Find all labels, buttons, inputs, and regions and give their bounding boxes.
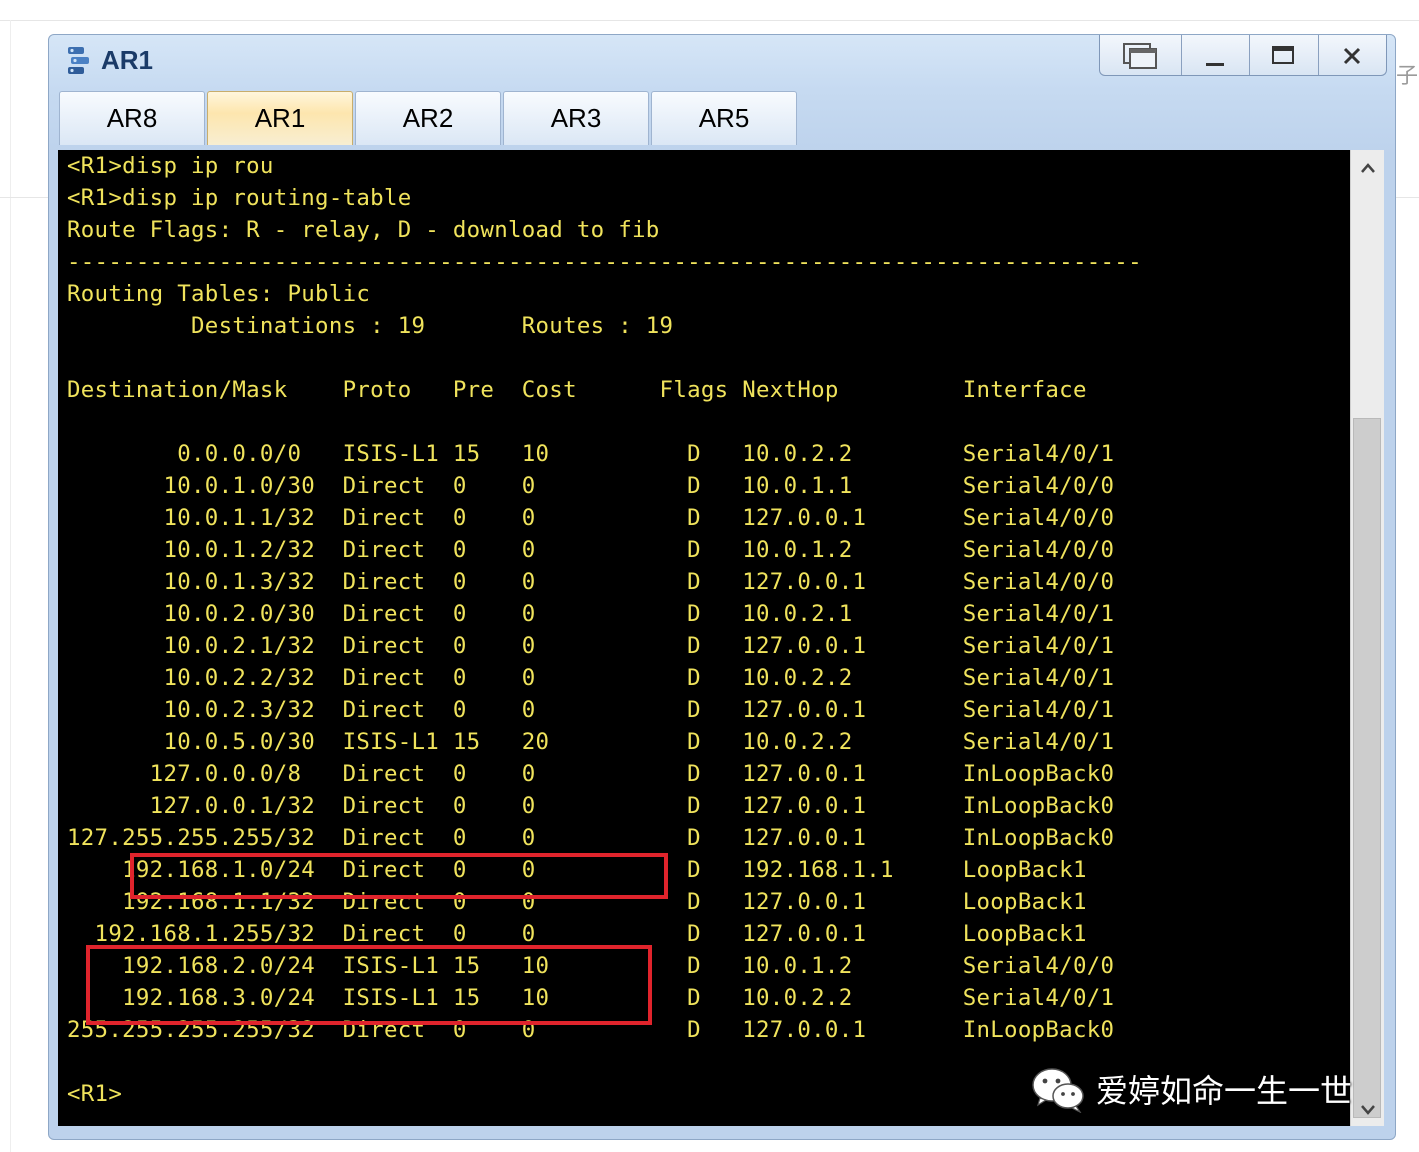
window-controls [1099,35,1387,76]
scroll-down-button[interactable] [1351,1094,1384,1126]
terminal-line: 10.0.2.1/32 Direct 0 0 D 127.0.0.1 Seria… [67,633,1115,659]
terminal-line: Routing Tables: Public [67,281,371,307]
terminal-line: Destination/Mask Proto Pre Cost Flags Ne… [67,377,1087,403]
terminal-line: 10.0.1.0/30 Direct 0 0 D 10.0.1.1 Serial… [67,473,1115,499]
restore-button[interactable] [1100,35,1181,75]
watermark: 爱婷如命一生一世 [1030,1064,1352,1114]
terminal-line: 10.0.1.3/32 Direct 0 0 D 127.0.0.1 Seria… [67,569,1115,595]
wechat-icon [1032,1068,1084,1113]
page-divider-left [10,20,11,1152]
background-text-fragment: 子 [1396,64,1419,89]
terminal-line: <R1>disp ip routing-table [67,185,412,211]
maximize-icon [1272,46,1295,64]
tab-ar2[interactable]: AR2 [355,91,501,145]
tab-ar3[interactable]: AR3 [503,91,649,145]
chevron-down-icon [1360,1105,1375,1115]
terminal-line: 10.0.2.0/30 Direct 0 0 D 10.0.2.1 Serial… [67,601,1115,627]
tab-ar8[interactable]: AR8 [59,91,205,145]
page-divider-top [0,20,1419,21]
minimize-icon [1205,63,1224,66]
terminal-line: 127.255.255.255/32 Direct 0 0 D 127.0.0.… [67,825,1115,851]
tab-label: AR3 [550,103,602,133]
terminal-line: Route Flags: R - relay, D - download to … [67,217,660,243]
chevron-up-icon [1360,163,1375,173]
tab-ar1[interactable]: AR1 [207,91,353,145]
watermark-text: 爱婷如命一生一世 [1096,1072,1353,1110]
tab-label: AR5 [698,103,750,133]
restore-icon [1123,43,1157,69]
highlight-box-connected-route [130,853,668,899]
router-icon [68,47,89,74]
tab-label: AR8 [106,103,158,133]
terminal-line: 10.0.2.2/32 Direct 0 0 D 10.0.2.2 Serial… [67,665,1115,691]
terminal-line: 127.0.0.0/8 Direct 0 0 D 127.0.0.1 InLoo… [67,761,1115,787]
terminal-line: 10.0.5.0/30 ISIS-L1 15 20 D 10.0.2.2 Ser… [67,729,1115,755]
window-title: AR1 [101,45,154,75]
highlight-box-isis-routes [86,945,652,1025]
minimize-button[interactable] [1180,35,1249,75]
terminal-line: 10.0.1.1/32 Direct 0 0 D 127.0.0.1 Seria… [67,505,1115,531]
page-divider-right [1396,197,1419,198]
page-divider-mid [0,197,48,198]
tab-label: AR2 [402,103,454,133]
scroll-up-button[interactable] [1351,152,1384,184]
close-icon [1343,47,1360,65]
terminal-line: 10.0.2.3/32 Direct 0 0 D 127.0.0.1 Seria… [67,697,1115,723]
terminal-line: 0.0.0.0/0 ISIS-L1 15 10 D 10.0.2.2 Seria… [67,441,1115,467]
terminal-line: ----------------------------------------… [67,249,1142,275]
close-button[interactable] [1317,35,1386,75]
scroll-thumb[interactable] [1353,418,1381,1118]
terminal-line: 127.0.0.1/32 Direct 0 0 D 127.0.0.1 InLo… [67,793,1115,819]
tab-ar5[interactable]: AR5 [651,91,797,145]
tab-label: AR1 [254,103,306,133]
terminal-scrollbar[interactable] [1350,150,1384,1126]
terminal-line: Destinations : 19 Routes : 19 [67,313,674,339]
terminal-line: 10.0.1.2/32 Direct 0 0 D 10.0.1.2 Serial… [67,537,1115,563]
terminal-line: <R1>disp ip rou [67,153,274,179]
terminal-line: <R1> [67,1081,123,1107]
maximize-button[interactable] [1249,35,1317,75]
